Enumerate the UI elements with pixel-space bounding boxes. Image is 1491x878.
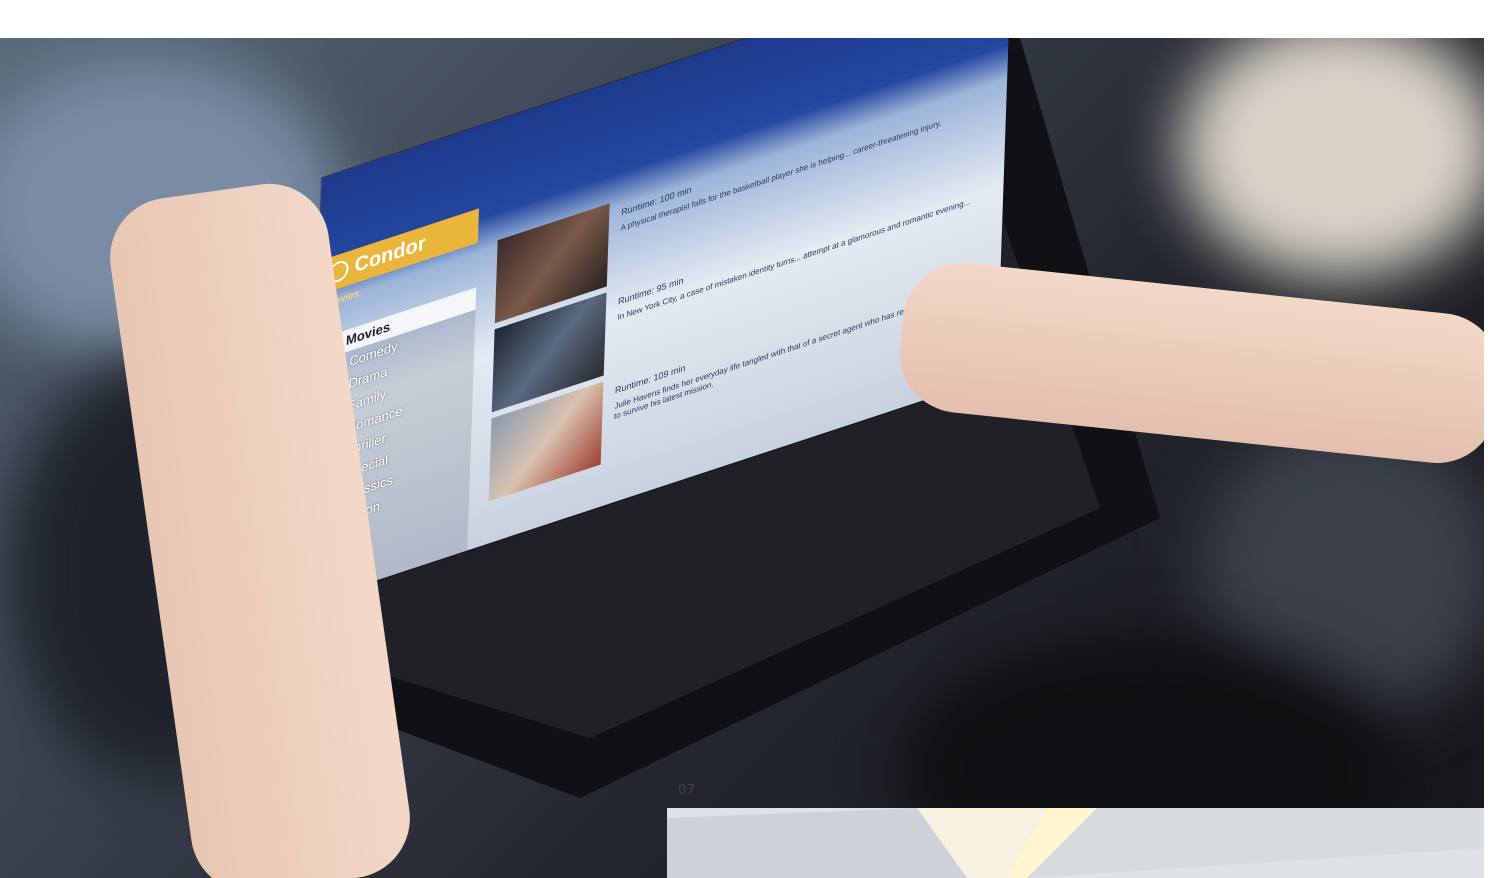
cabin-ceiling bbox=[667, 808, 1484, 878]
photo-tablet-in-flight: Home Help English Condor Movies Movies C… bbox=[0, 38, 1484, 878]
photo-cabin-interior bbox=[667, 808, 1484, 878]
brand-bar: Condor bbox=[317, 208, 480, 296]
brand-name: Condor bbox=[354, 231, 426, 277]
screen-tabs bbox=[500, 146, 560, 166]
panel-label-07: 07 bbox=[678, 783, 696, 798]
